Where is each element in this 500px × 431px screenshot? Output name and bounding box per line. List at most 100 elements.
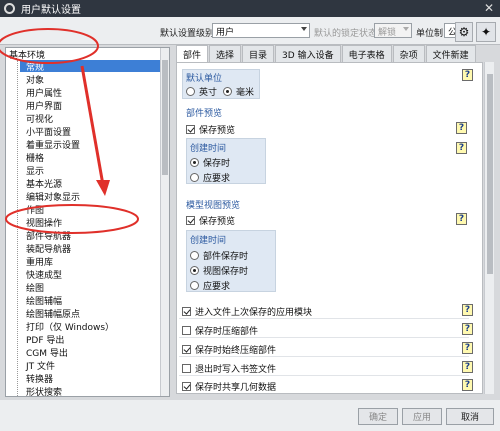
radio-on-demand-label: 应要求 — [203, 174, 231, 184]
tree-item[interactable]: JT 文件 — [26, 359, 55, 372]
option-checkbox[interactable] — [182, 345, 191, 354]
option-enter-last-app[interactable]: 进入文件上次保存的应用模块 — [182, 305, 312, 318]
option-label: 保存时共享几何数据 — [195, 383, 277, 393]
option-write-bookmark[interactable]: 退出时写入书签文件 — [182, 362, 276, 375]
option-label: 保存时始终压缩部件 — [195, 346, 277, 356]
tree-item[interactable]: 视图操作 — [26, 216, 62, 229]
radio-inch-label: 英寸 — [199, 88, 218, 98]
tree-item[interactable]: 小平面设置 — [26, 125, 71, 138]
tree-item[interactable]: 部件导航器 — [26, 229, 71, 242]
model-save-preview-checkbox[interactable] — [186, 216, 195, 225]
tab-file-new[interactable]: 文件新建 — [425, 45, 476, 62]
option-label: 进入文件上次保存的应用模块 — [195, 308, 313, 318]
gear-icon — [4, 3, 15, 14]
option-checkbox[interactable] — [182, 364, 191, 373]
scrollbar-thumb[interactable] — [487, 74, 493, 274]
level-select[interactable]: 用户 — [212, 23, 310, 38]
unit-option-inch[interactable]: 英寸 — [186, 85, 217, 98]
tree-item[interactable]: 形状搜索 — [26, 385, 62, 396]
tree-item[interactable]: 绘图 — [26, 281, 44, 294]
apply-button[interactable]: 应用 — [402, 408, 442, 425]
tree-item[interactable]: 对象 — [26, 73, 44, 86]
settings-panel: 默认单位 英寸 毫米 ? 部件预览 保存预览 ? 创建时间 ? 保存时 应要求 … — [176, 62, 483, 394]
part-time-on-save[interactable]: 保存时 — [190, 156, 230, 169]
tree-item[interactable]: 重用库 — [26, 255, 53, 268]
help-icon[interactable]: ? — [462, 342, 473, 354]
radio-model-on-demand[interactable] — [190, 281, 199, 290]
cancel-button[interactable]: 取消 — [446, 408, 494, 425]
part-save-preview-checkbox[interactable] — [186, 125, 195, 134]
option-always-compress[interactable]: 保存时始终压缩部件 — [182, 343, 276, 356]
tab-catalog[interactable]: 目录 — [242, 45, 275, 62]
part-preview-title: 部件预览 — [186, 109, 223, 119]
part-save-preview-label: 保存预览 — [199, 126, 236, 136]
tree-item[interactable]: 打印（仅 Windows） — [26, 320, 114, 333]
tree-item[interactable]: 栅格 — [26, 151, 44, 164]
option-checkbox[interactable] — [182, 326, 191, 335]
radio-on-save[interactable] — [190, 158, 199, 167]
tab-part[interactable]: 部件 — [176, 45, 209, 63]
help-icon[interactable]: ? — [462, 379, 473, 391]
unit-option-mm[interactable]: 毫米 — [223, 85, 254, 98]
tab-3d-input[interactable]: 3D 输入设备 — [275, 45, 341, 62]
tab-bar: 部件 选择 目录 3D 输入设备 电子表格 杂项 文件新建 — [176, 45, 477, 63]
model-save-preview-row[interactable]: 保存预览 — [186, 214, 235, 227]
tree-item[interactable]: PDF 导出 — [26, 333, 64, 346]
default-units-title: 默认单位 — [186, 74, 223, 84]
option-compress-on-save[interactable]: 保存时压缩部件 — [182, 324, 258, 337]
find-icon[interactable]: ✦ — [476, 22, 496, 42]
tab-select[interactable]: 选择 — [209, 45, 242, 62]
tree-item[interactable]: 绘图辅幅原点 — [26, 307, 80, 320]
settings-icon[interactable]: ⚙ — [455, 22, 473, 42]
tree-item[interactable]: 转换器 — [26, 372, 53, 385]
radio-part-save[interactable] — [190, 251, 199, 260]
help-icon[interactable]: ? — [462, 361, 473, 373]
model-time-on-demand[interactable]: 应要求 — [190, 279, 230, 292]
tree-item[interactable]: 装配导航器 — [26, 242, 71, 255]
lock-label: 默认的锁定状态 — [314, 29, 378, 39]
tree-item[interactable]: CGM 导出 — [26, 346, 68, 359]
tree-item[interactable]: 用户属性 — [26, 86, 62, 99]
help-icon[interactable]: ? — [462, 69, 473, 81]
tree-item[interactable]: 基本光源 — [26, 177, 62, 190]
help-icon[interactable]: ? — [456, 142, 467, 154]
tree-item[interactable]: 编辑对象显示 — [26, 190, 80, 203]
tree-item[interactable]: 常规 — [20, 60, 160, 73]
radio-mm[interactable] — [223, 87, 232, 96]
chevron-down-icon — [403, 27, 409, 31]
content-scrollbar[interactable] — [484, 62, 494, 394]
tree-item[interactable]: 显示 — [26, 164, 44, 177]
radio-inch[interactable] — [186, 87, 195, 96]
option-checkbox[interactable] — [182, 382, 191, 391]
radio-view-save[interactable] — [190, 266, 199, 275]
model-view-preview-title: 模型视图预览 — [186, 201, 241, 211]
ok-button[interactable]: 确定 — [358, 408, 398, 425]
scrollbar-thumb[interactable] — [162, 60, 168, 175]
chevron-down-icon — [301, 27, 307, 31]
option-share-geometry[interactable]: 保存时共享几何数据 — [182, 380, 276, 393]
option-checkbox[interactable] — [182, 307, 191, 316]
window-title: 用户默认设置 — [21, 5, 81, 16]
model-time-part-save[interactable]: 部件保存时 — [190, 249, 248, 262]
model-time-view-save[interactable]: 视图保存时 — [190, 264, 248, 277]
tab-misc[interactable]: 杂项 — [392, 45, 425, 62]
help-icon[interactable]: ? — [462, 304, 473, 316]
help-icon[interactable]: ? — [462, 323, 473, 335]
help-icon[interactable]: ? — [456, 122, 467, 134]
tree-scrollbar[interactable] — [160, 48, 169, 396]
tree-item[interactable]: 绘图辅幅 — [26, 294, 62, 307]
radio-on-demand[interactable] — [190, 173, 199, 182]
tree-item[interactable]: 快速成型 — [26, 268, 62, 281]
model-create-time-title: 创建时间 — [190, 236, 227, 246]
tree-item[interactable]: 可视化 — [26, 112, 53, 125]
part-create-time-title: 创建时间 — [190, 144, 227, 154]
category-tree[interactable]: 基本环境 常规 对象 用户属性 用户界面 可视化 小平面设置 着重显示设置 栅格… — [5, 47, 170, 397]
part-time-on-demand[interactable]: 应要求 — [190, 171, 230, 184]
tree-item[interactable]: 着重显示设置 — [26, 138, 80, 151]
tab-spreadsheet[interactable]: 电子表格 — [341, 45, 392, 62]
tree-item[interactable]: 用户界面 — [26, 99, 62, 112]
tree-item[interactable]: 作图 — [26, 203, 44, 216]
part-save-preview-row[interactable]: 保存预览 — [186, 123, 235, 136]
close-icon[interactable]: ✕ — [484, 1, 494, 15]
help-icon[interactable]: ? — [456, 213, 467, 225]
